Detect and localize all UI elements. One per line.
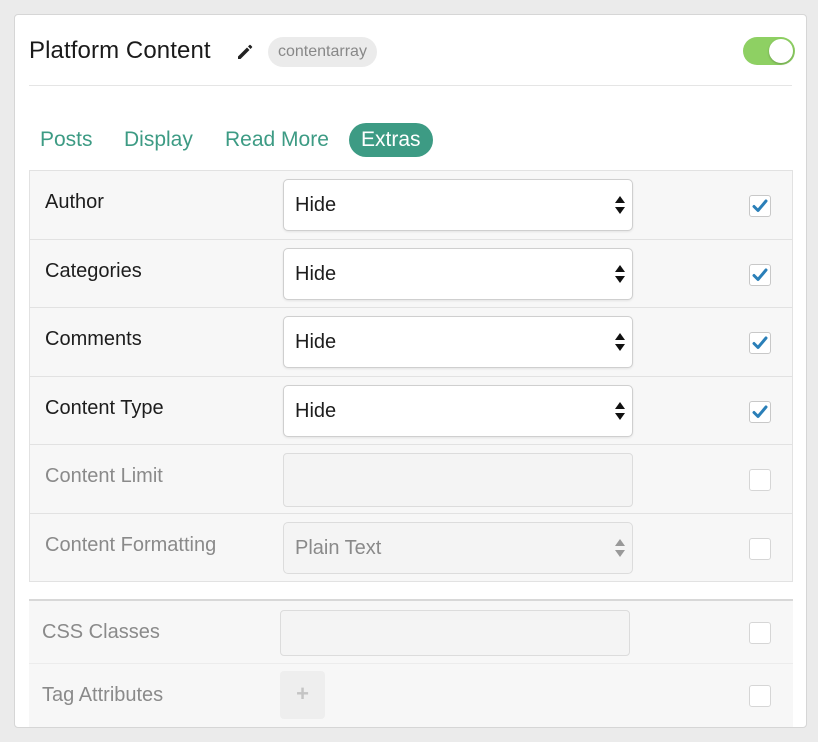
setting-label: Content Limit <box>45 465 163 488</box>
setting-row-content-limit: Content Limit <box>30 444 792 513</box>
extras-settings-list: Author Hide Categories Hide Comments Hid… <box>29 170 793 582</box>
select-value: Hide <box>295 194 337 216</box>
setting-label: Comments <box>45 328 142 351</box>
select-arrows-icon <box>615 264 625 283</box>
select-arrows-icon <box>615 538 625 557</box>
setting-label: Author <box>45 191 104 213</box>
content-formatting-select[interactable]: Plain Text <box>283 521 633 574</box>
css-classes-input[interactable] <box>280 610 630 656</box>
setting-row-tag-attributes: Tag Attributes + <box>29 663 793 727</box>
content-type-select[interactable]: Hide <box>283 384 633 437</box>
header-divider <box>29 85 792 86</box>
checkmark-icon <box>752 268 768 281</box>
tag-attributes-checkbox[interactable] <box>749 685 771 707</box>
setting-row-comments: Comments Hide <box>30 307 792 376</box>
tab-display[interactable]: Display <box>124 123 193 157</box>
toggle-knob <box>769 39 793 63</box>
add-attribute-button[interactable]: + <box>280 671 325 719</box>
content-type-checkbox[interactable] <box>749 400 771 423</box>
pencil-icon[interactable] <box>236 43 254 61</box>
content-limit-input[interactable] <box>283 453 633 508</box>
css-classes-checkbox[interactable] <box>749 622 771 644</box>
select-value: Hide <box>295 399 337 422</box>
categories-select[interactable]: Hide <box>283 247 633 300</box>
author-select[interactable]: Hide <box>283 179 633 231</box>
setting-label: CSS Classes <box>42 621 160 643</box>
tab-read-more[interactable]: Read More <box>225 123 329 157</box>
select-arrows-icon <box>615 196 625 214</box>
select-value: Hide <box>295 262 337 285</box>
tab-extras[interactable]: Extras <box>349 123 433 157</box>
setting-row-content-type: Content Type Hide <box>30 375 792 445</box>
comments-select[interactable]: Hide <box>283 316 633 369</box>
setting-row-author: Author Hide <box>30 170 792 239</box>
setting-row-css-classes: CSS Classes <box>29 599 793 663</box>
select-value: Plain Text <box>295 536 382 559</box>
setting-label: Content Type <box>45 396 164 419</box>
setting-label: Content Formatting <box>45 533 217 556</box>
plus-icon: + <box>296 681 309 706</box>
setting-row-content-formatting: Content Formatting Plain Text <box>30 512 792 582</box>
content-formatting-checkbox[interactable] <box>749 537 771 560</box>
slug-badge: contentarray <box>268 37 377 67</box>
setting-label: Categories <box>45 259 142 282</box>
author-checkbox[interactable] <box>749 195 771 217</box>
categories-checkbox[interactable] <box>749 263 771 286</box>
card-header: Platform Content contentarray <box>15 15 806 87</box>
content-limit-checkbox[interactable] <box>749 469 771 492</box>
tab-posts[interactable]: Posts <box>40 123 93 157</box>
select-arrows-icon <box>615 333 625 352</box>
select-value: Hide <box>295 331 337 354</box>
checkmark-icon <box>752 199 768 212</box>
attributes-settings-list: CSS Classes Tag Attributes + <box>29 599 793 727</box>
checkmark-icon <box>752 405 768 418</box>
comments-checkbox[interactable] <box>749 332 771 355</box>
enable-toggle[interactable] <box>743 37 795 65</box>
select-arrows-icon <box>615 401 625 420</box>
page-title: Platform Content <box>29 37 211 64</box>
setting-label: Tag Attributes <box>42 684 164 706</box>
content-settings-card: Platform Content contentarray Posts Disp… <box>14 14 807 728</box>
setting-row-categories: Categories Hide <box>30 238 792 308</box>
checkmark-icon <box>752 336 768 350</box>
